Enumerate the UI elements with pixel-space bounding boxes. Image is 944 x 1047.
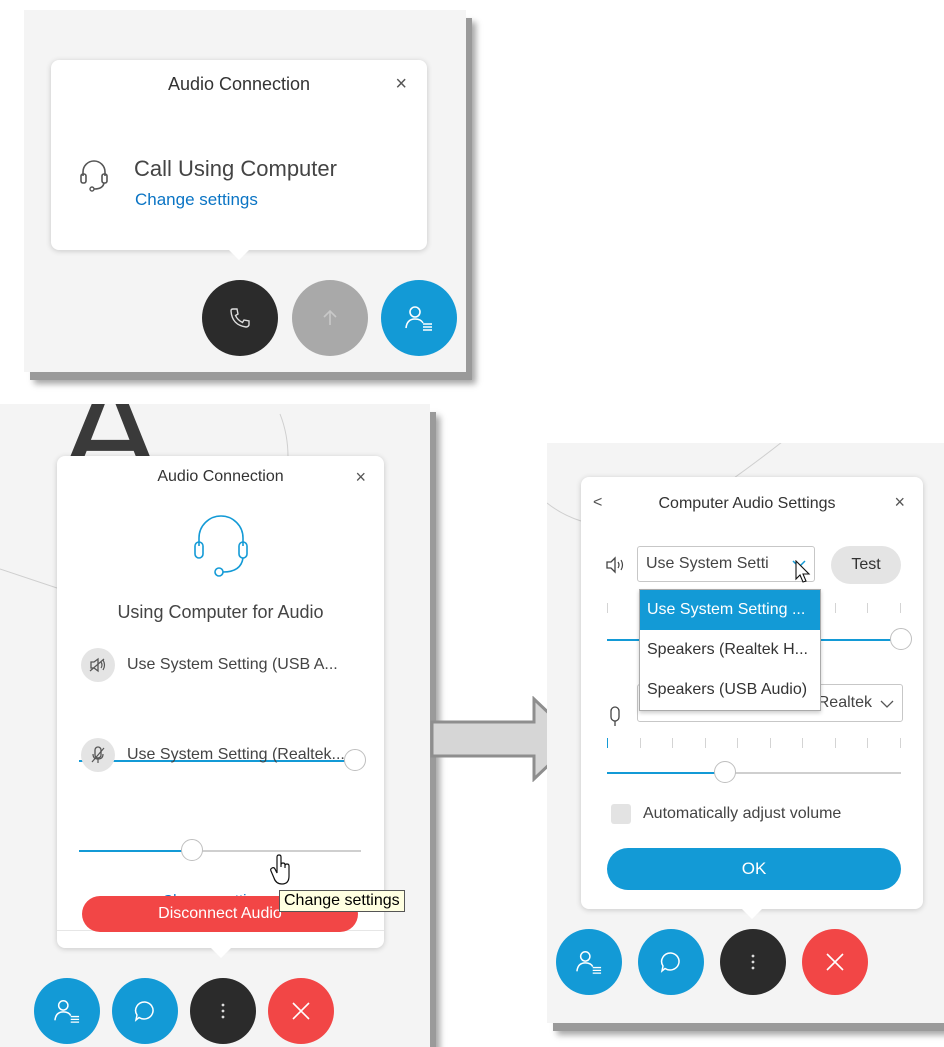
headset-icon — [194, 515, 248, 577]
close-icon — [826, 953, 844, 971]
mic-volume-fill — [607, 772, 725, 774]
popover-title: Audio Connection — [157, 468, 284, 485]
microphone-icon — [610, 706, 620, 726]
meter-tick — [672, 738, 674, 748]
phone-icon — [230, 308, 250, 328]
participants-icon — [576, 951, 602, 974]
speaker-icon — [81, 648, 115, 682]
chevron-down-icon — [880, 700, 894, 708]
ok-button-label: OK — [741, 859, 767, 878]
close-button[interactable]: × — [355, 468, 366, 486]
participants-button[interactable] — [556, 929, 622, 995]
mic-device-row[interactable]: Use System Setting (Realtek... — [81, 738, 345, 772]
participants-button[interactable] — [381, 280, 457, 356]
auto-adjust-checkbox[interactable] — [611, 804, 631, 824]
participants-button[interactable] — [34, 978, 100, 1044]
dropdown-option[interactable]: Speakers (USB Audio) — [640, 670, 820, 710]
screenshot-audio-connection: Audio Connection × Call Using Computer C… — [24, 10, 466, 372]
microphone-icon — [81, 738, 115, 772]
chat-icon — [134, 1001, 154, 1022]
close-button[interactable]: × — [894, 493, 905, 511]
mic-volume-fill — [79, 850, 192, 852]
speaker-volume-knob[interactable] — [890, 628, 912, 650]
mic-level-meter — [607, 738, 901, 748]
test-button-label: Test — [851, 556, 881, 573]
speaker-device-label: Use System Setting (USB A... — [127, 656, 338, 673]
share-button[interactable] — [292, 280, 368, 356]
more-vertical-icon — [751, 954, 755, 970]
screenshot-computer-audio-settings: < Computer Audio Settings × Use System S… — [547, 443, 944, 1023]
speaker-device-row[interactable]: Use System Setting (USB A... — [81, 648, 338, 682]
mic-select-value: Realtek — [817, 694, 872, 711]
speaker-volume-knob[interactable] — [344, 749, 366, 771]
headset-icon — [80, 160, 108, 192]
more-options-button[interactable] — [190, 978, 256, 1044]
change-settings-link[interactable]: Change settings — [135, 190, 258, 210]
meter-tick — [737, 738, 739, 748]
speaker-icon — [606, 556, 624, 574]
meter-tick — [867, 603, 869, 613]
more-vertical-icon — [221, 1003, 225, 1019]
screenshot-audio-connected: A Audio Connection × Using Computer for … — [0, 404, 430, 1047]
audio-connection-popover: Audio Connection × Using Computer for Au… — [57, 456, 384, 958]
mic-volume-knob[interactable] — [180, 839, 203, 861]
mic-volume-knob[interactable] — [713, 761, 736, 783]
speaker-select[interactable]: Use System Setti — [637, 546, 815, 582]
meter-tick — [899, 738, 901, 748]
leave-meeting-button[interactable] — [268, 978, 334, 1044]
more-options-button[interactable] — [720, 929, 786, 995]
speaker-dropdown-list: Use System Setting ... Speakers (Realtek… — [639, 589, 821, 711]
meter-tick — [769, 738, 771, 748]
meter-tick — [899, 603, 901, 613]
meter-tick — [607, 738, 608, 748]
arrow-cursor-icon — [795, 560, 811, 583]
chat-button[interactable] — [638, 929, 704, 995]
test-button[interactable]: Test — [831, 546, 901, 584]
speaker-select-value: Use System Setti — [646, 555, 769, 572]
chat-button[interactable] — [112, 978, 178, 1044]
ok-button[interactable]: OK — [607, 848, 901, 890]
audio-connection-popover: Audio Connection × Call Using Computer C… — [51, 60, 427, 260]
popover-title: Audio Connection — [167, 74, 311, 94]
computer-audio-settings-popover: < Computer Audio Settings × Use System S… — [581, 477, 923, 919]
change-settings-tooltip: Change settings — [279, 890, 405, 912]
audio-status-text: Using Computer for Audio — [117, 602, 324, 622]
call-using-computer-label: Call Using Computer — [134, 156, 337, 181]
participants-icon — [405, 306, 432, 331]
mic-device-label: Use System Setting (Realtek... — [127, 746, 345, 763]
meter-tick — [834, 603, 836, 613]
dropdown-option[interactable]: Use System Setting ... — [640, 590, 820, 630]
close-button[interactable]: × — [395, 74, 407, 94]
meter-tick — [867, 738, 869, 748]
hand-cursor-icon — [270, 854, 290, 885]
popover-title: Computer Audio Settings — [658, 495, 836, 512]
disconnect-audio-label: Disconnect Audio — [158, 905, 282, 922]
mic-volume-slider[interactable] — [79, 839, 361, 861]
phone-button[interactable] — [202, 280, 278, 356]
upload-icon — [323, 309, 337, 325]
dropdown-option[interactable]: Speakers (Realtek H... — [640, 630, 820, 670]
chat-icon — [660, 952, 680, 973]
meter-tick — [802, 738, 804, 748]
meter-tick — [704, 738, 706, 748]
mic-volume-slider[interactable] — [607, 761, 901, 783]
close-icon — [292, 1002, 310, 1020]
meter-tick — [834, 738, 836, 748]
participants-icon — [54, 1000, 80, 1023]
meter-tick — [639, 738, 641, 748]
auto-adjust-label: Automatically adjust volume — [643, 805, 842, 822]
leave-meeting-button[interactable] — [802, 929, 868, 995]
meter-tick — [607, 603, 608, 613]
